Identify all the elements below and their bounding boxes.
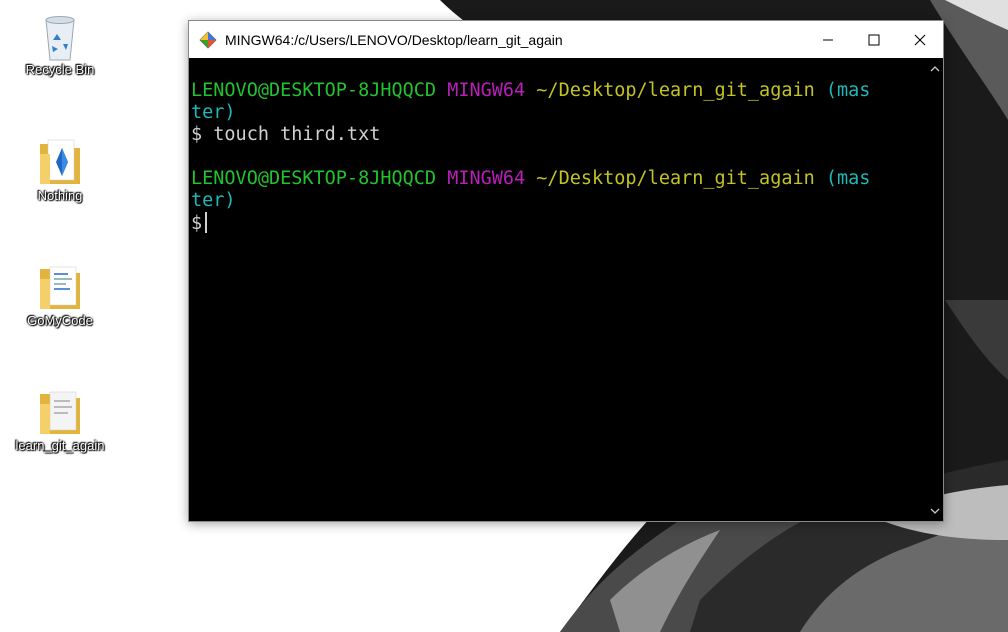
user-host: LENOVO@DESKTOP-8JHQQCD (191, 80, 437, 101)
terminal-output[interactable]: LENOVO@DESKTOP-8JHQQCD MINGW64 ~/Desktop… (189, 58, 926, 521)
window-title: MINGW64:/c/Users/LENOVO/Desktop/learn_gi… (225, 31, 563, 48)
maximize-icon (868, 34, 880, 45)
command-line: $ touch third.txt (191, 124, 380, 145)
terminal-window[interactable]: MINGW64:/c/Users/LENOVO/Desktop/learn_gi… (188, 20, 944, 522)
git-branch: (mas (825, 168, 871, 189)
desktop-icon-label: GoMyCode (27, 313, 93, 328)
prompt-symbol: $ (191, 213, 203, 234)
scroll-down-button[interactable] (926, 502, 943, 519)
text-cursor (205, 212, 208, 233)
chevron-up-icon (930, 65, 939, 71)
desktop-icon-gomycode[interactable]: GoMyCode (10, 261, 110, 328)
prompt-line: LENOVO@DESKTOP-8JHQQCD MINGW64 ~/Desktop… (191, 80, 870, 101)
git-branch-wrap: ter) (191, 190, 236, 211)
folder-icon (36, 261, 84, 309)
command-text: touch third.txt (213, 124, 381, 145)
folder-icon (36, 136, 84, 184)
git-branch: (mas (825, 80, 871, 101)
git-branch-wrap: ter) (191, 102, 236, 123)
vertical-scrollbar[interactable] (926, 58, 943, 521)
desktop-icon-learn-git-again[interactable]: learn_git_again (10, 386, 110, 453)
maximize-button[interactable] (851, 21, 897, 58)
desktop-icon-label: learn_git_again (15, 438, 105, 453)
git-diamond-icon (199, 31, 217, 48)
chevron-down-icon (930, 508, 939, 514)
window-titlebar[interactable]: MINGW64:/c/Users/LENOVO/Desktop/learn_gi… (189, 21, 943, 58)
folder-icon (36, 386, 84, 434)
shell-name: MINGW64 (447, 80, 526, 101)
shell-name: MINGW64 (447, 168, 526, 189)
prompt-line: LENOVO@DESKTOP-8JHQQCD MINGW64 ~/Desktop… (191, 168, 870, 189)
command-line: $ (191, 212, 208, 234)
minimize-icon (823, 39, 833, 40)
desktop-icon-label: Nothing (37, 188, 83, 203)
close-button[interactable] (897, 21, 943, 58)
scroll-up-button[interactable] (926, 60, 943, 77)
desktop-icon-label: Recycle Bin (25, 62, 95, 77)
current-path: ~/Desktop/learn_git_again (536, 168, 815, 189)
desktop-icon-recycle-bin[interactable]: Recycle Bin (10, 10, 110, 77)
desktop-icon-nothing[interactable]: Nothing (10, 136, 110, 203)
current-path: ~/Desktop/learn_git_again (536, 80, 815, 101)
minimize-button[interactable] (805, 21, 851, 58)
recycle-bin-icon (36, 10, 84, 61)
user-host: LENOVO@DESKTOP-8JHQQCD (191, 168, 437, 189)
prompt-symbol: $ (191, 124, 203, 145)
close-icon (914, 34, 926, 45)
